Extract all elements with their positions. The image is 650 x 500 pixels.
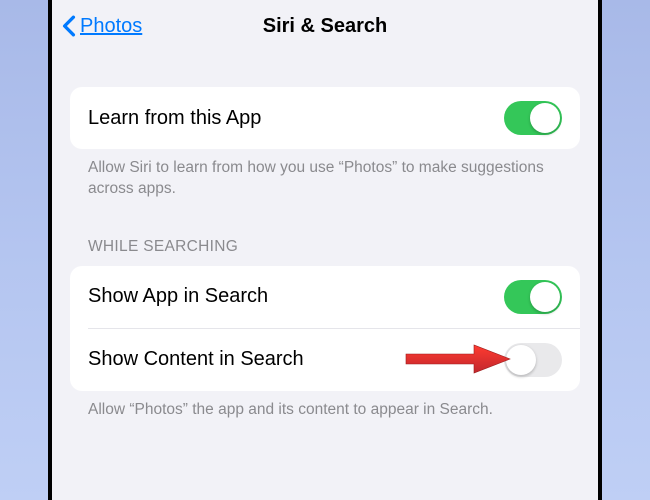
row-label: Learn from this App <box>88 107 261 130</box>
section-header-while-searching: WHILE SEARCHING <box>70 200 580 266</box>
chevron-left-icon <box>62 15 76 37</box>
row-label: Show App in Search <box>88 285 268 308</box>
toggle-knob <box>530 103 560 133</box>
arrow-icon <box>404 343 514 375</box>
phone-frame: Photos Siri & Search Learn from this App… <box>48 0 602 500</box>
row-label: Show Content in Search <box>88 348 304 371</box>
settings-group-learn: Learn from this App <box>70 87 580 149</box>
content-area: Learn from this App Allow Siri to learn … <box>52 52 598 421</box>
toggle-knob <box>506 345 536 375</box>
toggle-show-content-in-search[interactable] <box>504 343 562 377</box>
toggle-learn-from-app[interactable] <box>504 101 562 135</box>
back-label: Photos <box>80 15 142 38</box>
settings-screen: Photos Siri & Search Learn from this App… <box>52 0 598 500</box>
toggle-show-app-in-search[interactable] <box>504 280 562 314</box>
back-button[interactable]: Photos <box>62 15 142 38</box>
group-footer-learn: Allow Siri to learn from how you use “Ph… <box>70 149 580 200</box>
toggle-knob <box>530 282 560 312</box>
nav-bar: Photos Siri & Search <box>52 0 598 52</box>
settings-group-searching: Show App in Search Show Content in Searc… <box>70 266 580 391</box>
row-learn-from-app[interactable]: Learn from this App <box>70 87 580 149</box>
group-footer-searching: Allow “Photos” the app and its content t… <box>70 391 580 421</box>
row-show-app-in-search[interactable]: Show App in Search <box>70 266 580 328</box>
row-show-content-in-search[interactable]: Show Content in Search <box>88 328 580 391</box>
